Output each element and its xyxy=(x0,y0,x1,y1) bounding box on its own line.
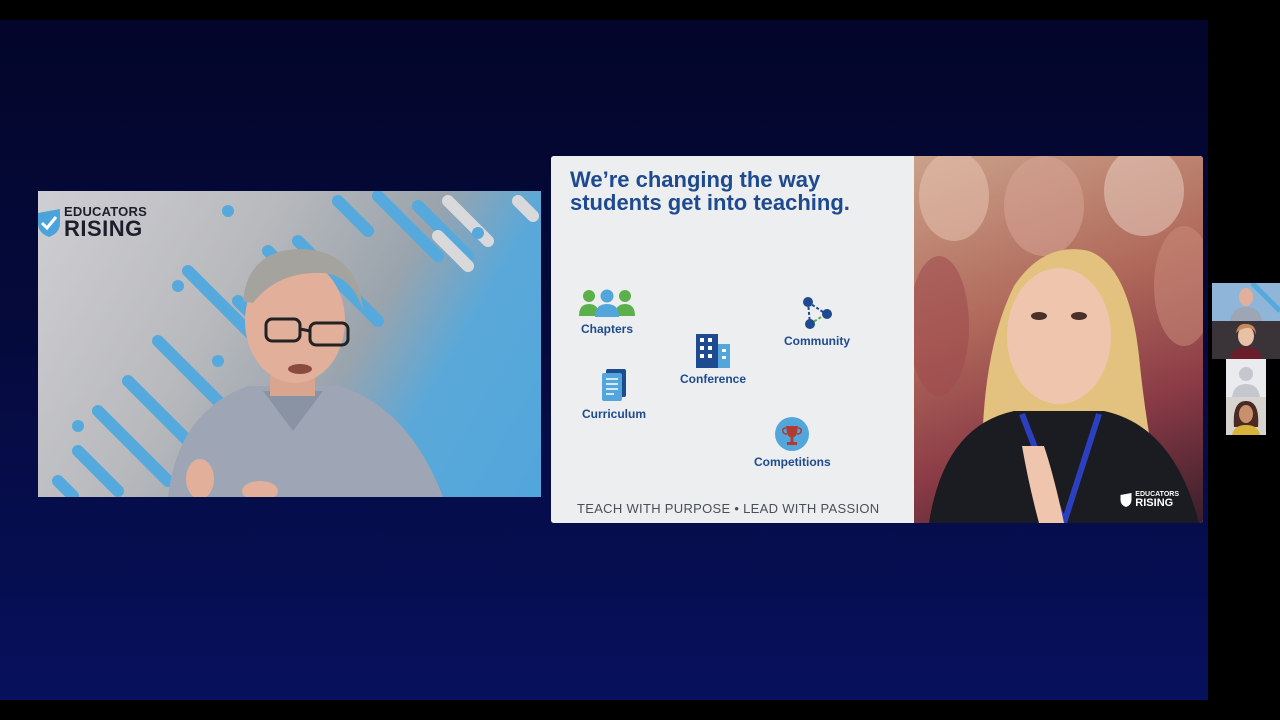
slide-tagline: TEACH WITH PURPOSE • LEAD WITH PASSION xyxy=(577,501,880,516)
feature-curriculum: Curriculum xyxy=(582,369,646,421)
network-icon xyxy=(803,297,832,329)
student-photo: EDUCATORS RISING xyxy=(914,156,1203,523)
people-group-icon xyxy=(579,289,635,317)
photo-logo-line2: RISING xyxy=(1135,497,1174,509)
participant-thumbnail[interactable] xyxy=(1212,359,1280,397)
student-photo-illustration xyxy=(914,156,1203,523)
participant-thumbnail[interactable] xyxy=(1212,397,1280,435)
presentation-slide: We’re changing the way students get into… xyxy=(551,156,1203,523)
participant-video xyxy=(1212,397,1280,435)
feature-community: Community xyxy=(784,296,850,348)
feature-chapters: Chapters xyxy=(579,288,635,336)
bottom-bar xyxy=(0,700,1280,720)
trophy-icon xyxy=(775,417,810,451)
document-icon xyxy=(602,369,626,401)
building-icon xyxy=(696,334,731,368)
photo-watermark-logo: EDUCATORS RISING xyxy=(1120,491,1179,509)
participant-thumbnail[interactable] xyxy=(1212,283,1280,321)
feature-label: Conference xyxy=(680,372,747,386)
participant-thumbnail[interactable] xyxy=(1212,321,1280,359)
feature-label: Community xyxy=(784,334,850,348)
participant-video xyxy=(1212,321,1280,359)
slide-content-panel: We’re changing the way students get into… xyxy=(551,156,914,523)
speaker-video[interactable]: EDUCATORS RISING xyxy=(38,191,541,497)
speaker-person xyxy=(168,249,443,497)
feature-label: Competitions xyxy=(754,455,831,469)
feature-label: Curriculum xyxy=(582,407,647,421)
feature-competitions: Competitions xyxy=(754,417,831,469)
participant-video xyxy=(1212,283,1280,321)
slide-headline: We’re changing the way students get into… xyxy=(570,167,850,215)
participant-avatar-placeholder xyxy=(1212,359,1280,397)
feature-label: Chapters xyxy=(580,322,633,336)
shield-logo-icon xyxy=(1120,493,1132,507)
feature-conference: Conference xyxy=(680,334,746,386)
